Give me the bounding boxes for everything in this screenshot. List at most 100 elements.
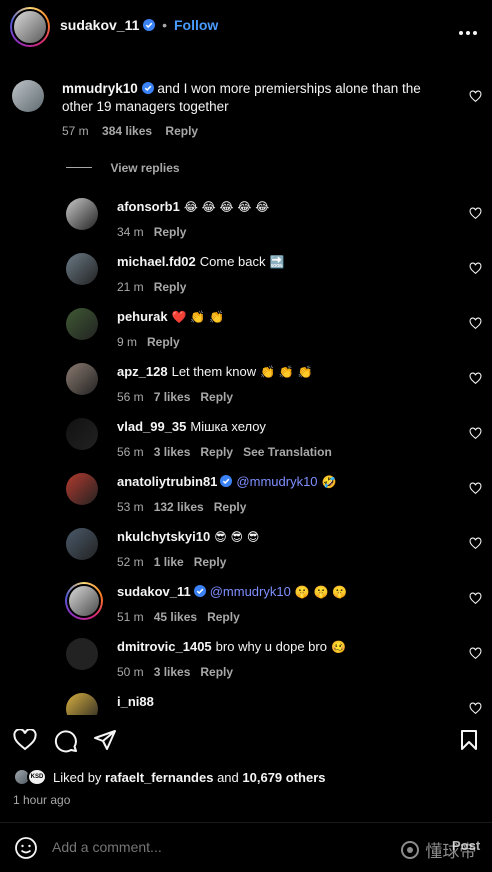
avatar[interactable] [66,418,98,450]
main-comment: mmudryk10 and I won more premierships al… [0,76,492,146]
reply-time: 9 m [117,335,138,349]
reply-time: 34 m [117,225,144,239]
like-heart-icon[interactable] [469,372,482,385]
reply-button[interactable]: Reply [214,500,247,514]
reply-emoji: 😂 😂 😂 😂 😂 [183,200,270,214]
reply-item: dmitrovic_1405 bro why u dope bro 🥴 50 m 3 l… [0,630,492,685]
avatar[interactable] [66,308,98,340]
reply-likes[interactable]: 132 likes [154,500,204,514]
author-avatar[interactable] [10,7,50,47]
like-heart-icon[interactable] [469,592,482,605]
reply-username[interactable]: nkulchytskyi10 [117,529,210,544]
avatar[interactable] [66,363,98,395]
reply-emoji: 🤣 [321,475,337,489]
liked-by-others[interactable]: 10,679 others [242,770,325,785]
like-heart-icon[interactable] [469,207,482,220]
avatar[interactable] [66,473,98,505]
reply-username[interactable]: apz_128 [117,364,168,379]
reply-mention[interactable]: @mmudryk10 [210,584,291,599]
like-heart-icon[interactable] [469,647,482,660]
avatar[interactable] [65,582,103,620]
reply-emoji: 🔜 [269,255,285,269]
reply-username[interactable]: afonsorb1 [117,199,180,214]
post-button[interactable]: Post [452,838,480,853]
like-icon[interactable] [13,729,37,751]
reply-time: 51 m [117,610,144,624]
reply-button[interactable]: Reply [207,610,240,624]
reply-username[interactable]: dmitrovic_1405 [117,639,212,654]
save-bookmark-icon[interactable] [460,729,478,751]
reply-button[interactable]: Reply [154,280,187,294]
liker-avatar-badge[interactable]: KSD [27,768,47,786]
avatar[interactable] [66,253,98,285]
reply-username[interactable]: anatoliytrubin81 [117,474,217,489]
like-heart-icon[interactable] [469,427,482,440]
reply-likes[interactable]: 7 likes [154,390,191,404]
reply-item: i_ni88 [0,685,492,715]
avatar[interactable] [66,638,98,670]
liked-by-user[interactable]: rafaelt_fernandes [105,770,213,785]
reply-button[interactable]: Reply [200,445,233,459]
reply-likes[interactable]: 1 like [154,555,184,569]
comment-icon[interactable] [54,729,78,753]
reply-username[interactable]: vlad_99_35 [117,419,186,434]
like-heart-icon[interactable] [469,317,482,330]
reply-button[interactable]: Reply [154,225,187,239]
post-header: sudakov_11 • Follow [0,0,492,52]
verified-icon [143,19,156,31]
reply-time: 53 m [117,500,144,514]
reply-body: sudakov_11 @mmudryk10 🤫 🤫 🤫 [117,583,447,601]
avatar[interactable] [66,528,98,560]
reply-item: pehurak ❤️ 👏 👏 9 m Reply [0,300,492,355]
reply-item: nkulchytskyi10 😎 😎 😎 52 m 1 like Reply [0,520,492,575]
liked-by-text: Liked by rafaelt_fernandes and 10,679 ot… [53,770,326,785]
reply-button[interactable]: Reply [165,124,198,138]
avatar[interactable] [12,80,44,112]
reply-button[interactable]: Reply [200,665,233,679]
view-replies-toggle[interactable]: View replies [66,159,180,175]
reply-emoji: 😎 😎 😎 [214,530,260,544]
reply-item: anatoliytrubin81 @mmudryk10 🤣 53 m 132 likes… [0,465,492,520]
reply-likes[interactable]: 3 likes [154,665,191,679]
more-options-icon[interactable] [458,23,478,35]
reply-text: Мішка хелоу [190,419,266,434]
reply-button[interactable]: Reply [147,335,180,349]
reply-username[interactable]: michael.fd02 [117,254,196,269]
comment-text-line2: other 19 managers together [62,99,229,114]
reply-text: Come back [199,254,266,269]
reply-body: anatoliytrubin81 @mmudryk10 🤣 [117,473,447,491]
reply-likes[interactable]: 45 likes [154,610,197,624]
reply-likes[interactable]: 3 likes [154,445,191,459]
reply-button[interactable]: Reply [200,390,233,404]
comment-likes[interactable]: 384 likes [102,124,152,138]
comment-text-line1: and I won more premierships alone than t… [157,81,421,96]
reply-username[interactable]: i_ni88 [117,694,154,709]
comment-input[interactable] [52,837,352,857]
reply-username[interactable]: sudakov_11 [117,584,191,599]
reply-username[interactable]: pehurak [117,309,168,324]
like-heart-icon[interactable] [469,702,482,715]
replies-list: afonsorb1 😂 😂 😂 😂 😂 34 m Reply michael.fd02 C… [0,190,492,715]
verified-icon [220,475,233,487]
reply-button[interactable]: Reply [194,555,227,569]
author-username[interactable]: sudakov_11 [60,17,139,33]
emoji-icon[interactable] [14,836,38,860]
like-heart-icon[interactable] [469,262,482,275]
comment-username[interactable]: mmudryk10 [62,81,138,96]
avatar[interactable] [66,693,98,715]
verified-icon [141,82,154,94]
action-bar [0,718,492,762]
see-translation-button[interactable]: See Translation [243,445,332,459]
reply-text: bro why u dope bro [215,639,327,654]
share-icon[interactable] [93,729,117,751]
like-heart-icon[interactable] [469,482,482,495]
reply-text: Let them know [171,364,257,379]
reply-mention[interactable]: @mmudryk10 [236,474,317,489]
reply-body: vlad_99_35 Мішка хелоу [117,418,447,436]
follow-button[interactable]: Follow [174,17,218,33]
avatar[interactable] [66,198,98,230]
reply-meta: 53 m 132 likes Reply [117,500,256,514]
reply-meta: 9 m Reply [117,335,190,349]
like-heart-icon[interactable] [469,537,482,550]
like-heart-icon[interactable] [469,90,482,103]
